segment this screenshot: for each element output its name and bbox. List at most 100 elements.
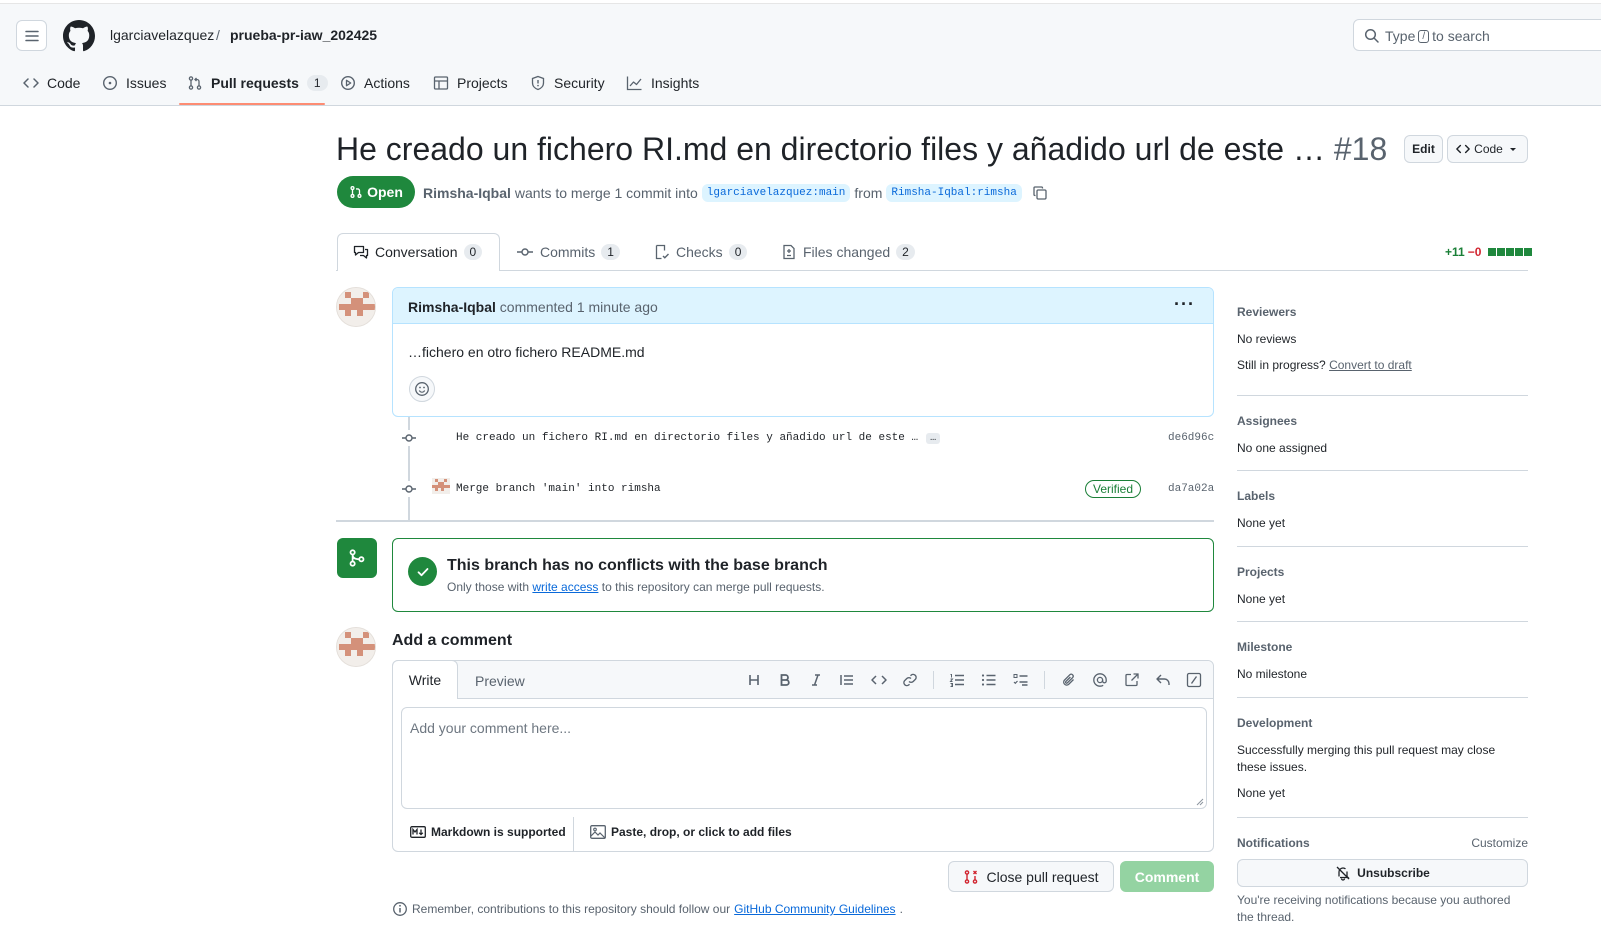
github-logo-icon[interactable]: [63, 20, 95, 52]
convert-to-draft-link[interactable]: Convert to draft: [1329, 358, 1412, 372]
quote-icon[interactable]: [838, 671, 856, 689]
tab-conversation[interactable]: Conversation 0: [353, 244, 483, 260]
tab-files-changed[interactable]: Files changed 2: [781, 244, 915, 260]
triangle-down-icon: [1507, 143, 1519, 155]
search-suffix: to search: [1432, 28, 1490, 44]
pull-request-icon: [187, 75, 203, 91]
conversation-count: 0: [463, 244, 483, 260]
avatar[interactable]: [336, 287, 376, 327]
tab-code-label: Code: [47, 75, 81, 91]
commit-sha[interactable]: de6d96c: [1168, 432, 1214, 444]
paperclip-icon[interactable]: [1060, 671, 1078, 689]
play-icon: [340, 75, 356, 91]
comment-submit-button[interactable]: Comment: [1120, 861, 1214, 892]
unordered-list-icon[interactable]: [980, 671, 998, 689]
development-heading[interactable]: Development: [1237, 716, 1528, 730]
kebab-menu-icon[interactable]: ···: [1174, 294, 1195, 315]
sidebar-divider: [1237, 621, 1528, 622]
customize-notifications-link[interactable]: Customize: [1471, 836, 1528, 850]
tab-security[interactable]: Security: [530, 72, 605, 94]
commit-message-text[interactable]: He creado un fichero RI.md en directorio…: [456, 432, 918, 444]
tab-pull-requests[interactable]: Pull requests 1: [187, 72, 328, 94]
base-branch-label[interactable]: lgarciavelazquez:main: [701, 184, 851, 202]
comment-timestamp[interactable]: 1 minute ago: [577, 299, 658, 315]
commit-message[interactable]: Merge branch 'main' into rimsha: [456, 483, 661, 495]
search-input[interactable]: Type / to search: [1353, 19, 1601, 51]
tab-projects[interactable]: Projects: [433, 72, 508, 94]
bell-slash-icon: [1335, 865, 1351, 881]
menu-button[interactable]: [16, 20, 47, 51]
add-reaction-button[interactable]: [409, 376, 435, 402]
active-tab-underline: [179, 103, 325, 105]
close-pull-request-button[interactable]: Close pull request: [948, 861, 1114, 892]
ordered-list-icon[interactable]: [948, 671, 966, 689]
expand-commit-button[interactable]: …: [926, 433, 941, 444]
tab-preview[interactable]: Preview: [475, 673, 525, 689]
pr-merge-text: wants to merge 1 commit into: [514, 185, 698, 201]
tab-issues[interactable]: Issues: [102, 72, 166, 94]
milestone-heading[interactable]: Milestone: [1237, 640, 1528, 654]
heading-icon[interactable]: [745, 671, 763, 689]
tab-checks[interactable]: Checks 0: [654, 244, 748, 260]
link-icon[interactable]: [901, 671, 919, 689]
cross-reference-icon[interactable]: [1123, 671, 1141, 689]
tab-actions[interactable]: Actions: [340, 72, 410, 94]
copy-icon[interactable]: [1032, 185, 1048, 201]
smiley-icon: [414, 381, 430, 397]
projects-value: None yet: [1237, 592, 1286, 606]
tab-security-label: Security: [554, 75, 605, 91]
italic-icon[interactable]: [807, 671, 825, 689]
assignees-heading[interactable]: Assignees: [1237, 414, 1528, 428]
git-merge-icon: [337, 538, 377, 578]
unsubscribe-button[interactable]: Unsubscribe: [1237, 859, 1528, 887]
reviewers-value: No reviews: [1237, 332, 1297, 346]
sidebar-divider: [1237, 546, 1528, 547]
diffstat: +11 −0: [1445, 245, 1533, 259]
resize-handle-icon[interactable]: [1196, 798, 1204, 806]
markdown-link[interactable]: Markdown is supported: [410, 825, 566, 839]
task-list-icon[interactable]: [1012, 671, 1030, 689]
pr-author-link[interactable]: Rimsha-Iqbal: [423, 185, 511, 201]
write-access-link[interactable]: write access: [532, 580, 598, 594]
head-branch-label[interactable]: Rimsha-Iqbal:rimsha: [886, 184, 1022, 202]
diff-deletions: −0: [1467, 245, 1482, 259]
tab-commits[interactable]: Commits 1: [516, 244, 620, 260]
comment-author[interactable]: Rimsha-Iqbal: [408, 299, 496, 315]
reviewers-heading[interactable]: Reviewers: [1237, 305, 1528, 319]
diff-additions: +11: [1445, 245, 1465, 259]
bold-icon[interactable]: [776, 671, 794, 689]
code-icon[interactable]: [870, 671, 888, 689]
markdown-icon: [410, 826, 426, 838]
reply-icon[interactable]: [1154, 671, 1172, 689]
commit-message[interactable]: He creado un fichero RI.md en directorio…: [456, 432, 941, 444]
sidebar-divider: [1237, 697, 1528, 698]
mention-icon[interactable]: [1091, 671, 1109, 689]
tab-write[interactable]: Write: [392, 660, 458, 699]
commits-count: 1: [601, 244, 620, 260]
close-pr-label: Close pull request: [986, 868, 1099, 885]
community-guidelines-link[interactable]: GitHub Community Guidelines: [734, 902, 895, 916]
code-button-label: Code: [1474, 142, 1503, 156]
tab-insights[interactable]: Insights: [626, 72, 699, 94]
tab-insights-label: Insights: [651, 75, 700, 91]
projects-heading[interactable]: Projects: [1237, 565, 1528, 579]
attach-files-button[interactable]: Paste, drop, or click to add files: [590, 825, 792, 839]
check-circle-icon: [408, 557, 437, 586]
code-dropdown-button[interactable]: Code: [1447, 135, 1528, 163]
commit-sha[interactable]: da7a02a: [1168, 483, 1214, 495]
labels-heading[interactable]: Labels: [1237, 489, 1528, 503]
edit-title-button[interactable]: Edit: [1404, 135, 1443, 163]
breadcrumb-separator: /: [216, 27, 220, 43]
comment-textarea[interactable]: Add your comment here...: [401, 707, 1207, 809]
tab-code[interactable]: Code: [23, 72, 80, 94]
labels-value: None yet: [1237, 516, 1286, 530]
commit-author-avatar[interactable]: [432, 478, 450, 494]
slash-commands-icon[interactable]: [1185, 671, 1203, 689]
breadcrumb-repo[interactable]: prueba-pr-iaw_202425: [230, 27, 377, 43]
verified-badge[interactable]: Verified: [1085, 480, 1142, 498]
sidebar-milestone: Milestone No milestone: [1237, 640, 1528, 681]
development-description: Successfully merging this pull request m…: [1237, 743, 1496, 774]
avatar[interactable]: [336, 627, 376, 667]
breadcrumb-owner[interactable]: lgarciavelazquez: [110, 27, 214, 43]
tab-checks-label: Checks: [676, 244, 723, 260]
